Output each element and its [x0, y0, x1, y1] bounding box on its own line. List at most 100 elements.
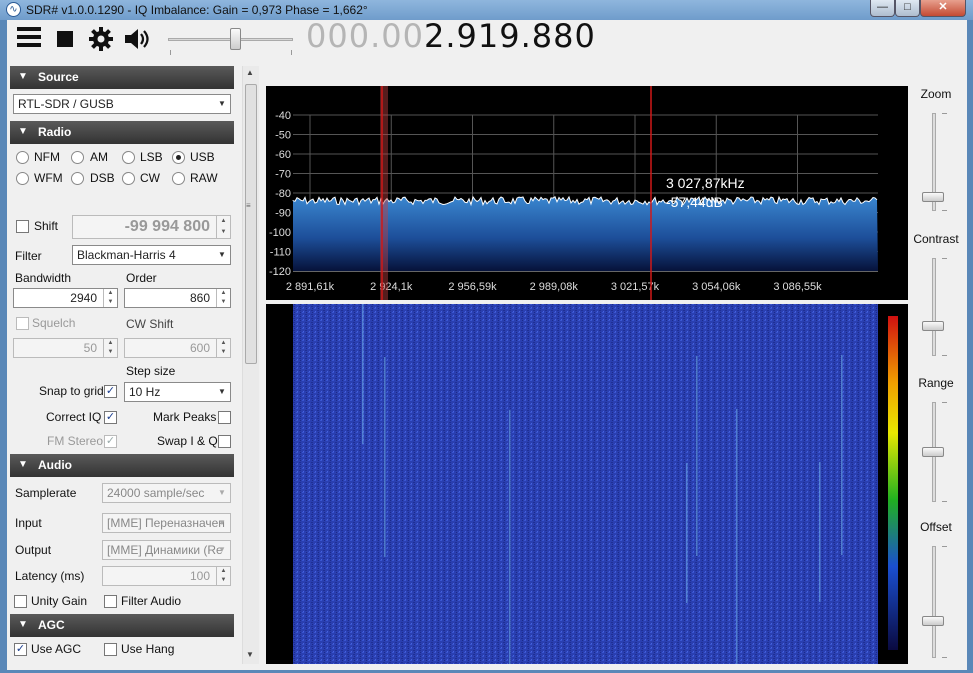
audio-output-select[interactable]: [MME] Динамики (Re ▼: [102, 540, 231, 560]
use-agc-checkbox[interactable]: ✓: [14, 643, 27, 656]
unity-gain-label: Unity Gain: [31, 594, 88, 608]
zoom-slider-thumb[interactable]: [922, 192, 944, 202]
waterfall-signal-trace: [841, 355, 843, 555]
y-tick-label: -80: [275, 188, 291, 200]
frequency-display[interactable]: 000.002.919.880: [306, 17, 596, 55]
radio-lsb-label: LSB: [140, 150, 163, 164]
offset-slider[interactable]: [932, 546, 936, 658]
shift-label: Shift: [34, 219, 59, 233]
radio-am[interactable]: [71, 151, 84, 164]
gear-icon[interactable]: [88, 26, 114, 52]
stop-icon[interactable]: [57, 31, 73, 47]
order-label: Order: [126, 271, 157, 285]
spinner-arrows-icon[interactable]: ▲ ▼: [216, 289, 230, 307]
y-tick-label: -120: [269, 266, 291, 278]
samplerate-select[interactable]: 24000 sample/sec ▼: [102, 483, 231, 503]
contrast-slider[interactable]: [932, 258, 936, 356]
collapse-triangle-icon: ▼: [18, 71, 28, 82]
spectrum-analyzer[interactable]: -40 -50 -60 -70 -80 -90 -100 -110 -120 2 891,61k…: [266, 86, 908, 300]
left-panel: ▼ Source RTL-SDR / GUSB ▼ ▼ Radio NFM AM LS…: [10, 66, 236, 666]
waterfall-signal-trace: [384, 357, 386, 557]
mark-peaks-checkbox[interactable]: [218, 411, 231, 424]
audio-header[interactable]: ▼ Audio: [10, 454, 234, 477]
spinner-arrows-icon[interactable]: ▲ ▼: [103, 289, 117, 307]
close-button[interactable]: ✕: [920, 0, 966, 17]
spinner-arrows-icon[interactable]: ▲ ▼: [216, 339, 230, 357]
y-tick-label: -100: [269, 227, 291, 239]
agc-header[interactable]: ▼ AGC: [10, 614, 234, 637]
filter-audio-label: Filter Audio: [121, 594, 182, 608]
radio-header[interactable]: ▼ Radio: [10, 121, 234, 144]
filter-audio-checkbox[interactable]: [104, 595, 117, 608]
mark-peaks-label: Mark Peaks: [153, 410, 217, 424]
cwshift-label: CW Shift: [126, 317, 174, 331]
y-tick-label: -70: [275, 169, 291, 181]
waterfall-signal-trace: [736, 409, 738, 664]
spinner-arrows-icon[interactable]: ▲ ▼: [103, 339, 117, 357]
radio-wfm[interactable]: [16, 172, 29, 185]
source-header[interactable]: ▼ Source: [10, 66, 234, 89]
unity-gain-checkbox[interactable]: [14, 595, 27, 608]
zoom-label: Zoom: [920, 87, 952, 101]
order-input[interactable]: 860 ▲ ▼: [124, 288, 231, 308]
cursor-db-readout: -57,44dB: [666, 194, 723, 210]
sdr-logo-icon: ∿: [6, 2, 21, 17]
scroll-down-icon[interactable]: ▼: [246, 650, 254, 659]
spinner-arrows-icon[interactable]: ▲ ▼: [216, 567, 230, 585]
correct-iq-checkbox[interactable]: ✓: [104, 411, 117, 424]
x-tick-label: 3 086,55k: [773, 281, 822, 293]
maximize-button[interactable]: □: [895, 0, 920, 17]
swap-iq-checkbox[interactable]: [218, 435, 231, 448]
spinner-arrows-icon[interactable]: ▲ ▼: [216, 216, 230, 238]
collapse-triangle-icon: ▼: [18, 619, 28, 630]
x-tick-label: 3 054,06k: [692, 281, 741, 293]
radio-lsb[interactable]: [122, 151, 135, 164]
use-hang-checkbox[interactable]: [104, 643, 117, 656]
latency-input[interactable]: 100 ▲ ▼: [102, 566, 231, 586]
radio-usb[interactable]: [172, 151, 185, 164]
source-device-select[interactable]: RTL-SDR / GUSB ▼: [13, 94, 231, 114]
correct-iq-label: Correct IQ: [46, 410, 102, 424]
bandwidth-input[interactable]: 2940 ▲ ▼: [13, 288, 118, 308]
speaker-icon[interactable]: [123, 27, 151, 51]
filter-select[interactable]: Blackman-Harris 4 ▼: [72, 245, 231, 265]
stepsize-select[interactable]: 10 Hz ▼: [124, 382, 231, 402]
radio-nfm-label: NFM: [34, 150, 60, 164]
contrast-slider-thumb[interactable]: [922, 321, 944, 331]
squelch-label: Squelch: [32, 316, 76, 330]
audio-input-select[interactable]: [MME] Переназначен ▼: [102, 513, 231, 533]
volume-slider-thumb[interactable]: [229, 28, 241, 50]
radio-nfm[interactable]: [16, 151, 29, 164]
y-tick-label: -40: [275, 110, 291, 122]
left-panel-scrollbar[interactable]: ▲ ≡ ▼: [242, 66, 259, 664]
scroll-up-icon[interactable]: ▲: [246, 68, 254, 77]
filter-passband[interactable]: [380, 86, 388, 300]
waterfall-display[interactable]: [266, 304, 908, 664]
contrast-ticks: [942, 258, 947, 356]
menu-icon[interactable]: [17, 27, 41, 47]
snap-to-grid-checkbox[interactable]: ✓: [104, 385, 117, 398]
scrollbar-thumb[interactable]: [245, 84, 257, 364]
shift-checkbox[interactable]: [16, 220, 29, 233]
waterfall-signal-trace: [362, 304, 364, 444]
radio-am-label: AM: [90, 150, 108, 164]
fm-stereo-checkbox[interactable]: ✓: [104, 435, 117, 448]
chevron-down-icon: ▼: [218, 545, 226, 554]
stepsize-label: Step size: [126, 364, 176, 378]
filter-label: Filter: [15, 249, 42, 263]
offset-label: Offset: [920, 520, 952, 534]
cwshift-input[interactable]: 600 ▲ ▼: [124, 338, 231, 358]
squelch-checkbox[interactable]: [16, 317, 29, 330]
chevron-down-icon: ▼: [218, 99, 226, 108]
radio-dsb[interactable]: [71, 172, 84, 185]
radio-cw[interactable]: [122, 172, 135, 185]
samplerate-label: Samplerate: [15, 486, 77, 500]
shift-input[interactable]: -99 994 800 ▲ ▼: [72, 215, 231, 239]
range-slider-thumb[interactable]: [922, 447, 944, 457]
offset-slider-thumb[interactable]: [922, 616, 944, 626]
minimize-button[interactable]: —: [870, 0, 895, 17]
y-tick-label: -60: [275, 149, 291, 161]
squelch-input[interactable]: 50 ▲ ▼: [13, 338, 118, 358]
radio-raw[interactable]: [172, 172, 185, 185]
display-controls: Zoom Contrast Range Offset: [912, 86, 964, 666]
